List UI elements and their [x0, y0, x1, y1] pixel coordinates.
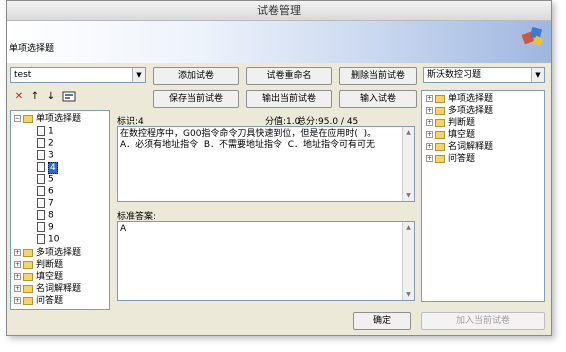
expand-icon[interactable]: +	[426, 131, 433, 138]
paper-select-value: test	[14, 70, 32, 80]
folder-icon	[23, 248, 33, 257]
tree-node-category[interactable]: + 单项选择题	[426, 94, 493, 106]
scroll-down-icon[interactable]: ▼	[403, 289, 414, 300]
expand-icon[interactable]: +	[426, 143, 433, 150]
delete-paper-button[interactable]: 删除当前试卷	[339, 67, 417, 85]
folder-icon	[23, 114, 33, 123]
question-textarea[interactable]: 在数控程序中，G00指令命令刀具快速到位，但是在应用时( )。 A．必须有地址指…	[117, 126, 415, 202]
header-banner: 单项选择题	[7, 21, 551, 63]
document-icon	[37, 126, 45, 136]
folder-icon	[435, 130, 445, 139]
ok-button[interactable]: 确定	[353, 312, 411, 330]
document-icon	[37, 138, 45, 148]
question-text: 在数控程序中，G00指令命令刀具快速到位，但是在应用时( )。 A．必须有地址指…	[120, 129, 377, 150]
question-bank-tree[interactable]: + 单项选择题 + 多项选择题 + 判断题 + 填空题 + 名词解释题 + 问答题	[421, 90, 545, 302]
tree-item[interactable]: 1	[37, 126, 54, 138]
tree-item-selected[interactable]: 4	[37, 161, 58, 174]
move-down-icon[interactable]: ↓	[44, 90, 58, 104]
question-bank-select-value: 斯沃数控习题	[427, 70, 482, 80]
tree-item[interactable]: 6	[37, 186, 54, 198]
tree-node-category[interactable]: + 问答题	[426, 154, 475, 166]
window-title: 试卷管理	[7, 1, 551, 21]
question-bank-select[interactable]: 斯沃数控习题 ▼	[423, 67, 545, 83]
expand-icon[interactable]: +	[14, 261, 21, 268]
folder-icon	[23, 272, 33, 281]
document-icon	[37, 234, 45, 244]
folder-icon	[435, 106, 445, 115]
question-scrollbar[interactable]: ▲ ▼	[402, 127, 414, 201]
tree-node-category[interactable]: + 判断题	[426, 118, 475, 130]
answer-scrollbar[interactable]: ▲ ▼	[402, 222, 414, 300]
scroll-up-icon[interactable]: ▲	[403, 127, 414, 138]
banner-subtitle: 单项选择题	[9, 44, 55, 54]
folder-icon	[435, 118, 445, 127]
paper-select[interactable]: test ▼	[10, 67, 146, 83]
chevron-down-icon[interactable]: ▼	[531, 68, 544, 82]
tree-item[interactable]: 9	[37, 222, 54, 234]
document-icon	[37, 198, 45, 208]
tree-item[interactable]: 7	[37, 198, 54, 210]
document-icon	[37, 222, 45, 232]
export-paper-button[interactable]: 输出当前试卷	[246, 90, 332, 108]
expand-icon[interactable]: +	[426, 107, 433, 114]
tree-node-category[interactable]: + 多项选择题	[14, 248, 81, 260]
app-logo-icon	[521, 25, 545, 47]
folder-icon	[23, 296, 33, 305]
folder-icon	[435, 154, 445, 163]
tree-item[interactable]: 10	[37, 234, 59, 246]
import-paper-button[interactable]: 输入试卷	[339, 90, 417, 108]
add-paper-button[interactable]: 添加试卷	[153, 67, 239, 85]
expand-icon[interactable]: +	[14, 249, 21, 256]
move-up-icon[interactable]: ↑	[28, 90, 42, 104]
save-paper-button[interactable]: 保存当前试卷	[153, 90, 239, 108]
folder-icon	[435, 94, 445, 103]
tree-item[interactable]: 8	[37, 210, 54, 222]
expand-icon[interactable]: +	[426, 155, 433, 162]
expand-icon[interactable]: +	[14, 297, 21, 304]
expand-icon[interactable]: +	[14, 273, 21, 280]
tree-node-category[interactable]: + 名词解释题	[426, 142, 493, 154]
paper-tree[interactable]: − 单项选择题 1 2 3 4 5 6 7 8 9 10 + 多项选择题 + 判断题 …	[10, 110, 110, 310]
expand-icon[interactable]: +	[426, 95, 433, 102]
chevron-down-icon[interactable]: ▼	[132, 68, 145, 82]
add-to-current-paper-button[interactable]: 加入当前试卷	[421, 312, 545, 330]
tree-node-category[interactable]: + 填空题	[14, 272, 63, 284]
tree-node-category[interactable]: + 问答题	[14, 296, 63, 308]
collapse-icon[interactable]: −	[14, 115, 21, 122]
scroll-up-icon[interactable]: ▲	[403, 222, 414, 233]
tree-item[interactable]: 2	[37, 138, 54, 150]
document-icon	[37, 162, 45, 172]
answer-text: A	[120, 224, 127, 234]
tree-item[interactable]: 5	[37, 174, 54, 186]
tree-item[interactable]: 3	[37, 150, 54, 162]
tree-node-category[interactable]: + 名词解释题	[14, 284, 81, 296]
tree-node-category[interactable]: + 填空题	[426, 130, 475, 142]
document-icon	[37, 174, 45, 184]
tree-node-root[interactable]: − 单项选择题	[14, 114, 81, 126]
expand-icon[interactable]: +	[426, 119, 433, 126]
tree-node-category[interactable]: + 判断题	[14, 260, 63, 272]
rename-paper-button[interactable]: 试卷重命名	[246, 67, 332, 85]
dialog-window: 试卷管理 单项选择题 test ▼ 添加试卷 试卷重命名 删除当前试卷 斯沃数控…	[6, 0, 552, 336]
delete-icon[interactable]: ✕	[12, 90, 26, 104]
answer-textarea[interactable]: A ▲ ▼	[117, 221, 415, 301]
document-icon	[37, 186, 45, 196]
folder-icon	[435, 142, 445, 151]
document-icon	[37, 210, 45, 220]
tree-node-category[interactable]: + 多项选择题	[426, 106, 493, 118]
document-icon	[37, 150, 45, 160]
folder-icon	[23, 284, 33, 293]
expand-icon[interactable]: +	[14, 285, 21, 292]
folder-icon	[23, 260, 33, 269]
preview-icon[interactable]	[62, 90, 76, 104]
scroll-down-icon[interactable]: ▼	[403, 190, 414, 201]
